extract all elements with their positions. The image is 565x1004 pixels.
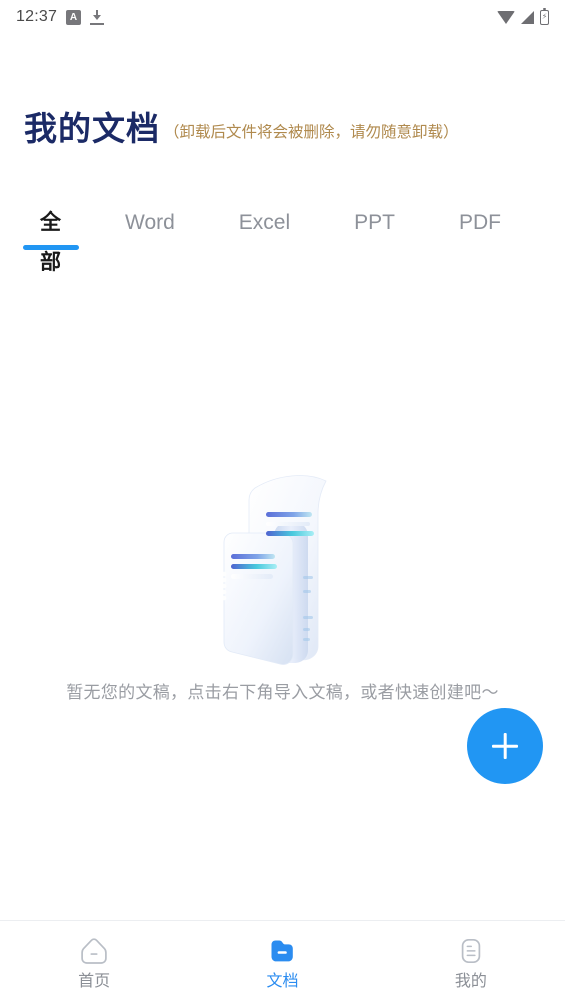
- tab-label: PDF: [459, 211, 501, 234]
- status-bar-clock: 12:37: [16, 8, 58, 25]
- nav-label: 首页: [78, 973, 111, 990]
- nav-label: 我的: [454, 973, 487, 990]
- notification-badge-icon: A: [66, 9, 82, 25]
- battery-charging-icon: ⚡: [540, 7, 549, 25]
- nav-item-profile[interactable]: 我的: [377, 935, 565, 990]
- tab-ppt[interactable]: PPT: [354, 203, 395, 259]
- status-bar: 12:37 A ⚡: [0, 0, 565, 34]
- tab-active-indicator: [22, 245, 79, 250]
- status-bar-left: 12:37 A: [16, 8, 105, 26]
- page-header: 我的文档 （卸载后文件将会被删除，请勿随意卸载）: [24, 112, 545, 145]
- app-screen: 12:37 A ⚡ 我的文档 （卸载后文件将会被删除，请勿随意卸载） 全部 Wo…: [0, 0, 565, 1004]
- download-icon: [90, 9, 105, 25]
- filter-tab-bar: 全部 Word Excel PPT PDF: [0, 203, 565, 274]
- nav-item-documents[interactable]: 文档: [188, 935, 376, 990]
- page-title: 我的文档: [24, 110, 160, 147]
- tab-label: Excel: [238, 211, 291, 234]
- documents-illustration: [221, 475, 327, 665]
- tab-excel[interactable]: Excel: [239, 203, 290, 259]
- tab-pdf[interactable]: PDF: [459, 203, 501, 259]
- empty-state: 暂无您的文稿，点击右下角导入文稿，或者快速创建吧～: [0, 470, 565, 703]
- tab-all[interactable]: 全部: [22, 203, 79, 274]
- page-subtitle-warning: （卸载后文件将会被删除，请勿随意卸载）: [164, 124, 459, 141]
- add-document-fab[interactable]: [467, 708, 543, 784]
- tab-label: PPT: [354, 211, 395, 234]
- wifi-icon: [497, 10, 515, 24]
- profile-document-icon: [461, 938, 481, 964]
- signal-icon: [521, 10, 534, 24]
- status-bar-right: ⚡: [497, 7, 549, 25]
- folder-icon: [271, 940, 294, 962]
- tab-label: Word: [125, 211, 175, 234]
- nav-label: 文档: [266, 973, 299, 990]
- tab-word[interactable]: Word: [125, 203, 175, 259]
- nav-item-home[interactable]: 首页: [0, 935, 188, 990]
- plus-icon: [492, 733, 518, 759]
- bottom-navigation-bar: 首页 文档 我的: [0, 920, 565, 1004]
- tab-label: 全部: [40, 211, 61, 274]
- home-icon: [81, 938, 107, 964]
- empty-state-message: 暂无您的文稿，点击右下角导入文稿，或者快速创建吧～: [66, 683, 499, 702]
